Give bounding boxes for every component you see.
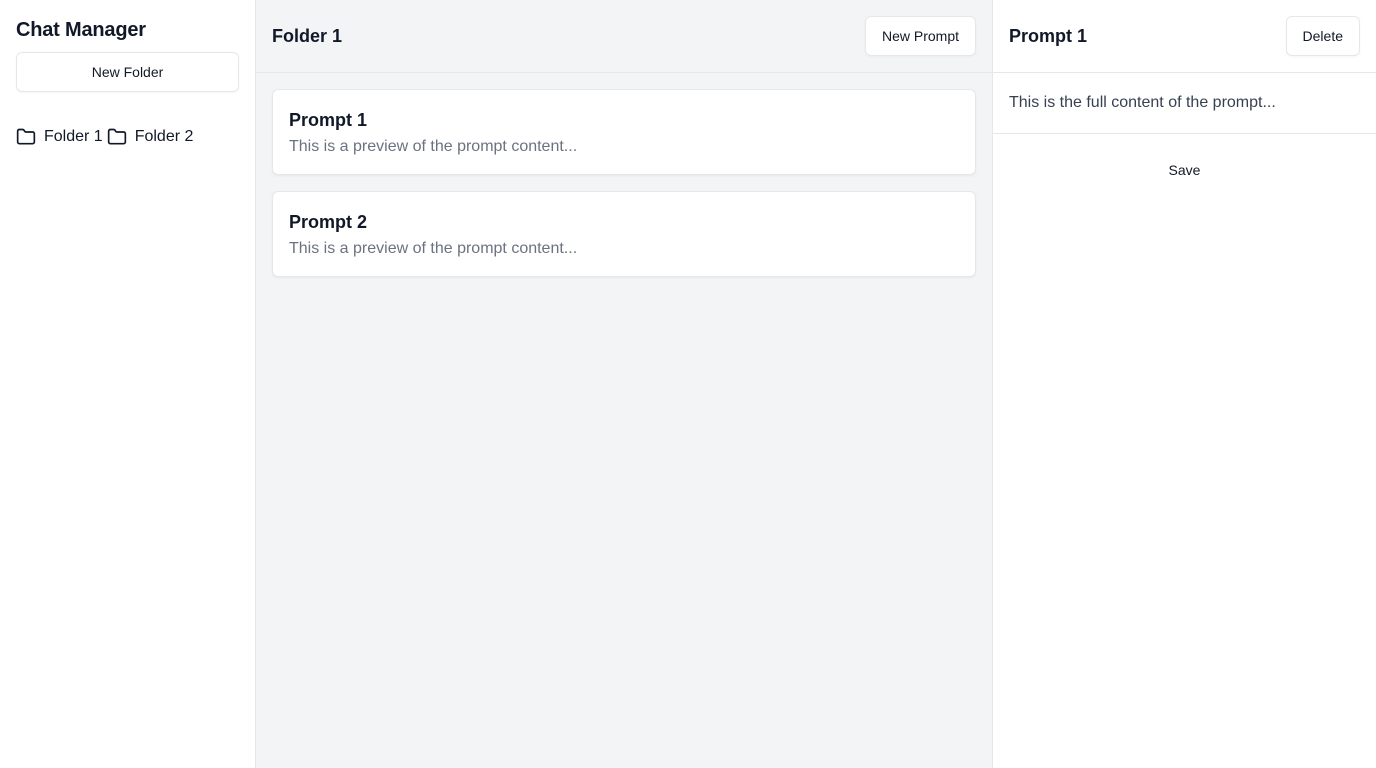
prompt-list-panel: Folder 1 New Prompt Prompt 1 This is a p… xyxy=(256,0,993,768)
prompt-card[interactable]: Prompt 1 This is a preview of the prompt… xyxy=(272,89,976,175)
prompt-list-header: Folder 1 New Prompt xyxy=(256,0,992,73)
prompt-content[interactable]: This is the full content of the prompt..… xyxy=(993,73,1376,134)
prompt-card-title: Prompt 2 xyxy=(289,212,368,232)
folder-item[interactable]: Folder 2 xyxy=(107,125,194,149)
app-title: Chat Manager xyxy=(16,19,146,41)
folder-label: Folder 2 xyxy=(134,128,194,145)
prompt-detail-panel: Prompt 1 Delete This is the full content… xyxy=(993,0,1376,768)
prompt-card-preview: This is a preview of the prompt content.… xyxy=(289,138,578,155)
prompt-card-title: Prompt 1 xyxy=(289,110,368,130)
folder-icon xyxy=(107,127,127,147)
save-button[interactable]: Save xyxy=(1157,158,1213,182)
save-row: Save xyxy=(993,134,1376,182)
prompt-title: Prompt 1 xyxy=(1009,25,1088,46)
folder-list: Folder 1 Folder 2 xyxy=(16,125,239,149)
sidebar: Chat Manager New Folder Folder 1 Folder … xyxy=(0,0,256,768)
delete-button[interactable]: Delete xyxy=(1285,16,1360,56)
prompt-list: Prompt 1 This is a preview of the prompt… xyxy=(256,73,992,309)
new-folder-button[interactable]: New Folder xyxy=(16,52,239,92)
new-prompt-button[interactable]: New Prompt xyxy=(864,16,976,56)
folder-icon xyxy=(16,127,36,147)
app-root: Chat Manager New Folder Folder 1 Folder … xyxy=(0,0,1376,768)
folder-label: Folder 1 xyxy=(44,128,103,145)
prompt-card[interactable]: Prompt 2 This is a preview of the prompt… xyxy=(272,191,976,277)
prompt-card-preview: This is a preview of the prompt content.… xyxy=(289,240,578,257)
folder-item[interactable]: Folder 1 xyxy=(16,125,103,149)
folder-title: Folder 1 xyxy=(272,25,343,46)
prompt-detail-header: Prompt 1 Delete xyxy=(993,0,1376,73)
